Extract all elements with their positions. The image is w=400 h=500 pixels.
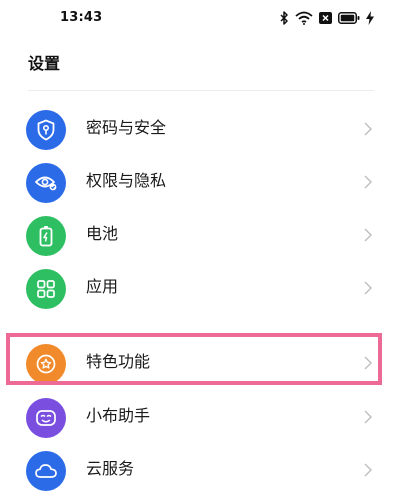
- battery-icon: [26, 216, 66, 256]
- settings-item-label: 特色功能: [86, 352, 151, 371]
- settings-item-label: 云服务: [86, 459, 135, 478]
- battery-status-icon: [338, 12, 360, 24]
- chevron-right-icon: [362, 121, 374, 136]
- settings-item-label: 权限与隐私: [86, 171, 167, 190]
- no-sim-icon: [319, 12, 332, 24]
- chevron-right-icon: [362, 227, 374, 242]
- settings-item-battery[interactable]: 电池: [0, 208, 400, 260]
- chevron-right-icon: [362, 174, 374, 189]
- settings-item-xiaobu-assistant[interactable]: 小布助手: [0, 390, 400, 442]
- chevron-right-icon: [362, 462, 374, 477]
- wifi-icon: [295, 11, 313, 25]
- status-icons: [279, 10, 374, 26]
- header-divider: [28, 90, 374, 91]
- settings-item-password-security[interactable]: 密码与安全: [0, 102, 400, 154]
- status-bar: 13:43: [0, 0, 400, 36]
- settings-item-apps[interactable]: 应用: [0, 261, 400, 313]
- status-time: 13:43: [60, 10, 103, 25]
- charging-icon: [366, 11, 374, 25]
- settings-item-label: 电池: [86, 224, 119, 243]
- cloud-icon: [26, 451, 66, 491]
- star-badge-icon: [26, 344, 66, 384]
- page-title: 设置: [28, 54, 61, 73]
- settings-item-label: 小布助手: [86, 406, 151, 425]
- settings-item-special-features[interactable]: 特色功能: [0, 336, 400, 388]
- shield-key-icon: [26, 110, 66, 150]
- assistant-icon: [26, 398, 66, 438]
- eye-privacy-icon: [26, 163, 66, 203]
- chevron-right-icon: [362, 355, 374, 370]
- bluetooth-icon: [279, 11, 289, 25]
- chevron-right-icon: [362, 280, 374, 295]
- apps-grid-icon: [26, 269, 66, 309]
- settings-item-permissions-privacy[interactable]: 权限与隐私: [0, 155, 400, 207]
- settings-item-label: 应用: [86, 277, 119, 296]
- chevron-right-icon: [362, 409, 374, 424]
- settings-item-label: 密码与安全: [86, 118, 167, 137]
- settings-item-cloud-services[interactable]: 云服务: [0, 443, 400, 495]
